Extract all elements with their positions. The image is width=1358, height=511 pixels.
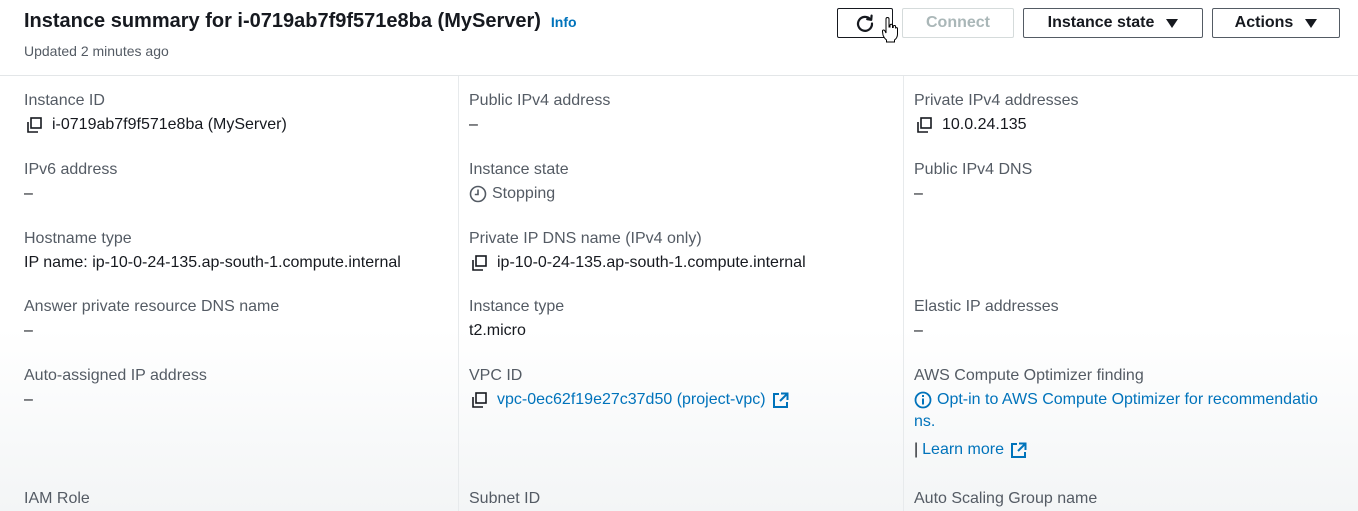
field-label: Instance ID xyxy=(24,92,105,109)
instance-state-value: Stopping xyxy=(492,185,556,202)
external-link-icon[interactable] xyxy=(1010,442,1027,459)
field-value: – xyxy=(914,322,923,339)
field-instance-state: Instance state Stopping xyxy=(469,161,569,203)
field-private-ipv4: Private IPv4 addresses 10.0.24.135 xyxy=(914,92,1079,134)
field-instance-id: Instance ID i-0719ab7f9f571e8ba (MyServe… xyxy=(24,92,287,134)
private-dns-value: ip-10-0-24-135.ap-south-1.compute.intern… xyxy=(497,254,806,271)
hand-cursor-icon xyxy=(882,17,898,43)
field-label: Instance type xyxy=(469,298,565,315)
field-label: AWS Compute Optimizer finding xyxy=(914,367,1144,384)
field-label: Auto-assigned IP address xyxy=(24,367,207,384)
info-link[interactable]: Info xyxy=(551,14,577,30)
field-label: Hostname type xyxy=(24,230,132,247)
field-public-dns: Public IPv4 DNS – xyxy=(914,161,1032,203)
field-label: Elastic IP addresses xyxy=(914,298,1059,315)
field-label: Private IPv4 addresses xyxy=(914,92,1079,109)
clock-icon xyxy=(469,185,487,203)
caret-down-icon xyxy=(1166,18,1179,28)
field-value: – xyxy=(24,322,33,339)
private-ipv4-value: 10.0.24.135 xyxy=(942,116,1027,133)
field-value: t2.micro xyxy=(469,322,526,339)
copy-icon[interactable] xyxy=(469,392,489,408)
optimizer-optin-link-cont[interactable]: ns. xyxy=(914,413,1318,431)
field-compute-optimizer: AWS Compute Optimizer finding Opt-in to … xyxy=(914,367,1318,459)
caret-down-icon xyxy=(1305,18,1318,28)
field-value: – xyxy=(24,185,33,202)
connect-button[interactable]: Connect xyxy=(902,8,1014,38)
copy-icon[interactable] xyxy=(469,255,489,271)
info-icon xyxy=(914,391,932,409)
field-label: Auto Scaling Group name xyxy=(914,490,1098,507)
field-hostname-type: Hostname type IP name: ip-10-0-24-135.ap… xyxy=(24,230,401,272)
vpc-id-link[interactable]: vpc-0ec62f19e27c37d50 (project-vpc) xyxy=(497,391,766,409)
instance-summary-header: Instance summary for i-0719ab7f9f571e8ba… xyxy=(0,0,1358,76)
page-title-text: Instance summary for i-0719ab7f9f571e8ba… xyxy=(24,10,541,32)
field-value: 10.0.24.135 xyxy=(914,116,1079,134)
separator: | xyxy=(914,441,919,458)
field-elastic-ip: Elastic IP addresses – xyxy=(914,298,1059,340)
field-label: Public IPv4 DNS xyxy=(914,161,1033,178)
updated-timestamp: Updated 2 minutes ago xyxy=(24,43,169,59)
field-label: Subnet ID xyxy=(469,490,541,507)
field-auto-ip: Auto-assigned IP address – xyxy=(24,367,207,409)
field-label: IPv6 address xyxy=(24,161,118,178)
actions-label: Actions xyxy=(1234,14,1294,31)
learn-more-link[interactable]: Learn more xyxy=(922,441,1004,459)
field-label: VPC ID xyxy=(469,367,523,384)
external-link-icon[interactable] xyxy=(772,392,789,409)
field-value: Opt-in to AWS Compute Optimizer for reco… xyxy=(914,391,1318,409)
field-label: Instance state xyxy=(469,161,569,178)
field-asg-name: Auto Scaling Group name xyxy=(914,490,1097,508)
instance-details-panel: Instance ID i-0719ab7f9f571e8ba (MyServe… xyxy=(0,76,1358,511)
field-value: – xyxy=(469,116,478,133)
copy-icon[interactable] xyxy=(914,117,934,133)
actions-button[interactable]: Actions xyxy=(1212,8,1340,38)
optimizer-optin-link[interactable]: Opt-in to AWS Compute Optimizer for reco… xyxy=(937,391,1318,409)
page-title: Instance summary for i-0719ab7f9f571e8ba… xyxy=(24,10,577,33)
field-subnet-id: Subnet ID xyxy=(469,490,540,508)
field-label: Answer private resource DNS name xyxy=(24,298,280,315)
column-divider xyxy=(903,76,904,511)
field-label: Private IP DNS name (IPv4 only) xyxy=(469,230,702,247)
copy-icon[interactable] xyxy=(24,117,44,133)
field-value: – xyxy=(914,185,923,202)
field-label: IAM Role xyxy=(24,490,90,507)
column-divider xyxy=(458,76,459,511)
field-value: vpc-0ec62f19e27c37d50 (project-vpc) xyxy=(469,391,789,409)
field-instance-type: Instance type t2.micro xyxy=(469,298,564,340)
field-value: ip-10-0-24-135.ap-south-1.compute.intern… xyxy=(469,254,806,272)
field-value: Stopping xyxy=(469,185,569,203)
instance-state-button[interactable]: Instance state xyxy=(1023,8,1203,38)
instance-id-value: i-0719ab7f9f571e8ba (MyServer) xyxy=(52,116,287,133)
field-answer-dns: Answer private resource DNS name – xyxy=(24,298,279,340)
field-iam-role: IAM Role xyxy=(24,490,90,508)
field-ipv6: IPv6 address – xyxy=(24,161,117,203)
refresh-icon xyxy=(856,14,874,32)
field-value: i-0719ab7f9f571e8ba (MyServer) xyxy=(24,116,287,134)
field-public-ipv4: Public IPv4 address – xyxy=(469,92,610,134)
field-vpc-id: VPC ID vpc-0ec62f19e27c37d50 (project-vp… xyxy=(469,367,789,409)
learn-more-row: | Learn more xyxy=(914,441,1318,459)
field-value: IP name: ip-10-0-24-135.ap-south-1.compu… xyxy=(24,254,401,271)
field-label: Public IPv4 address xyxy=(469,92,611,109)
field-value: – xyxy=(24,391,33,408)
instance-state-label: Instance state xyxy=(1047,14,1155,31)
field-private-dns: Private IP DNS name (IPv4 only) ip-10-0-… xyxy=(469,230,806,272)
